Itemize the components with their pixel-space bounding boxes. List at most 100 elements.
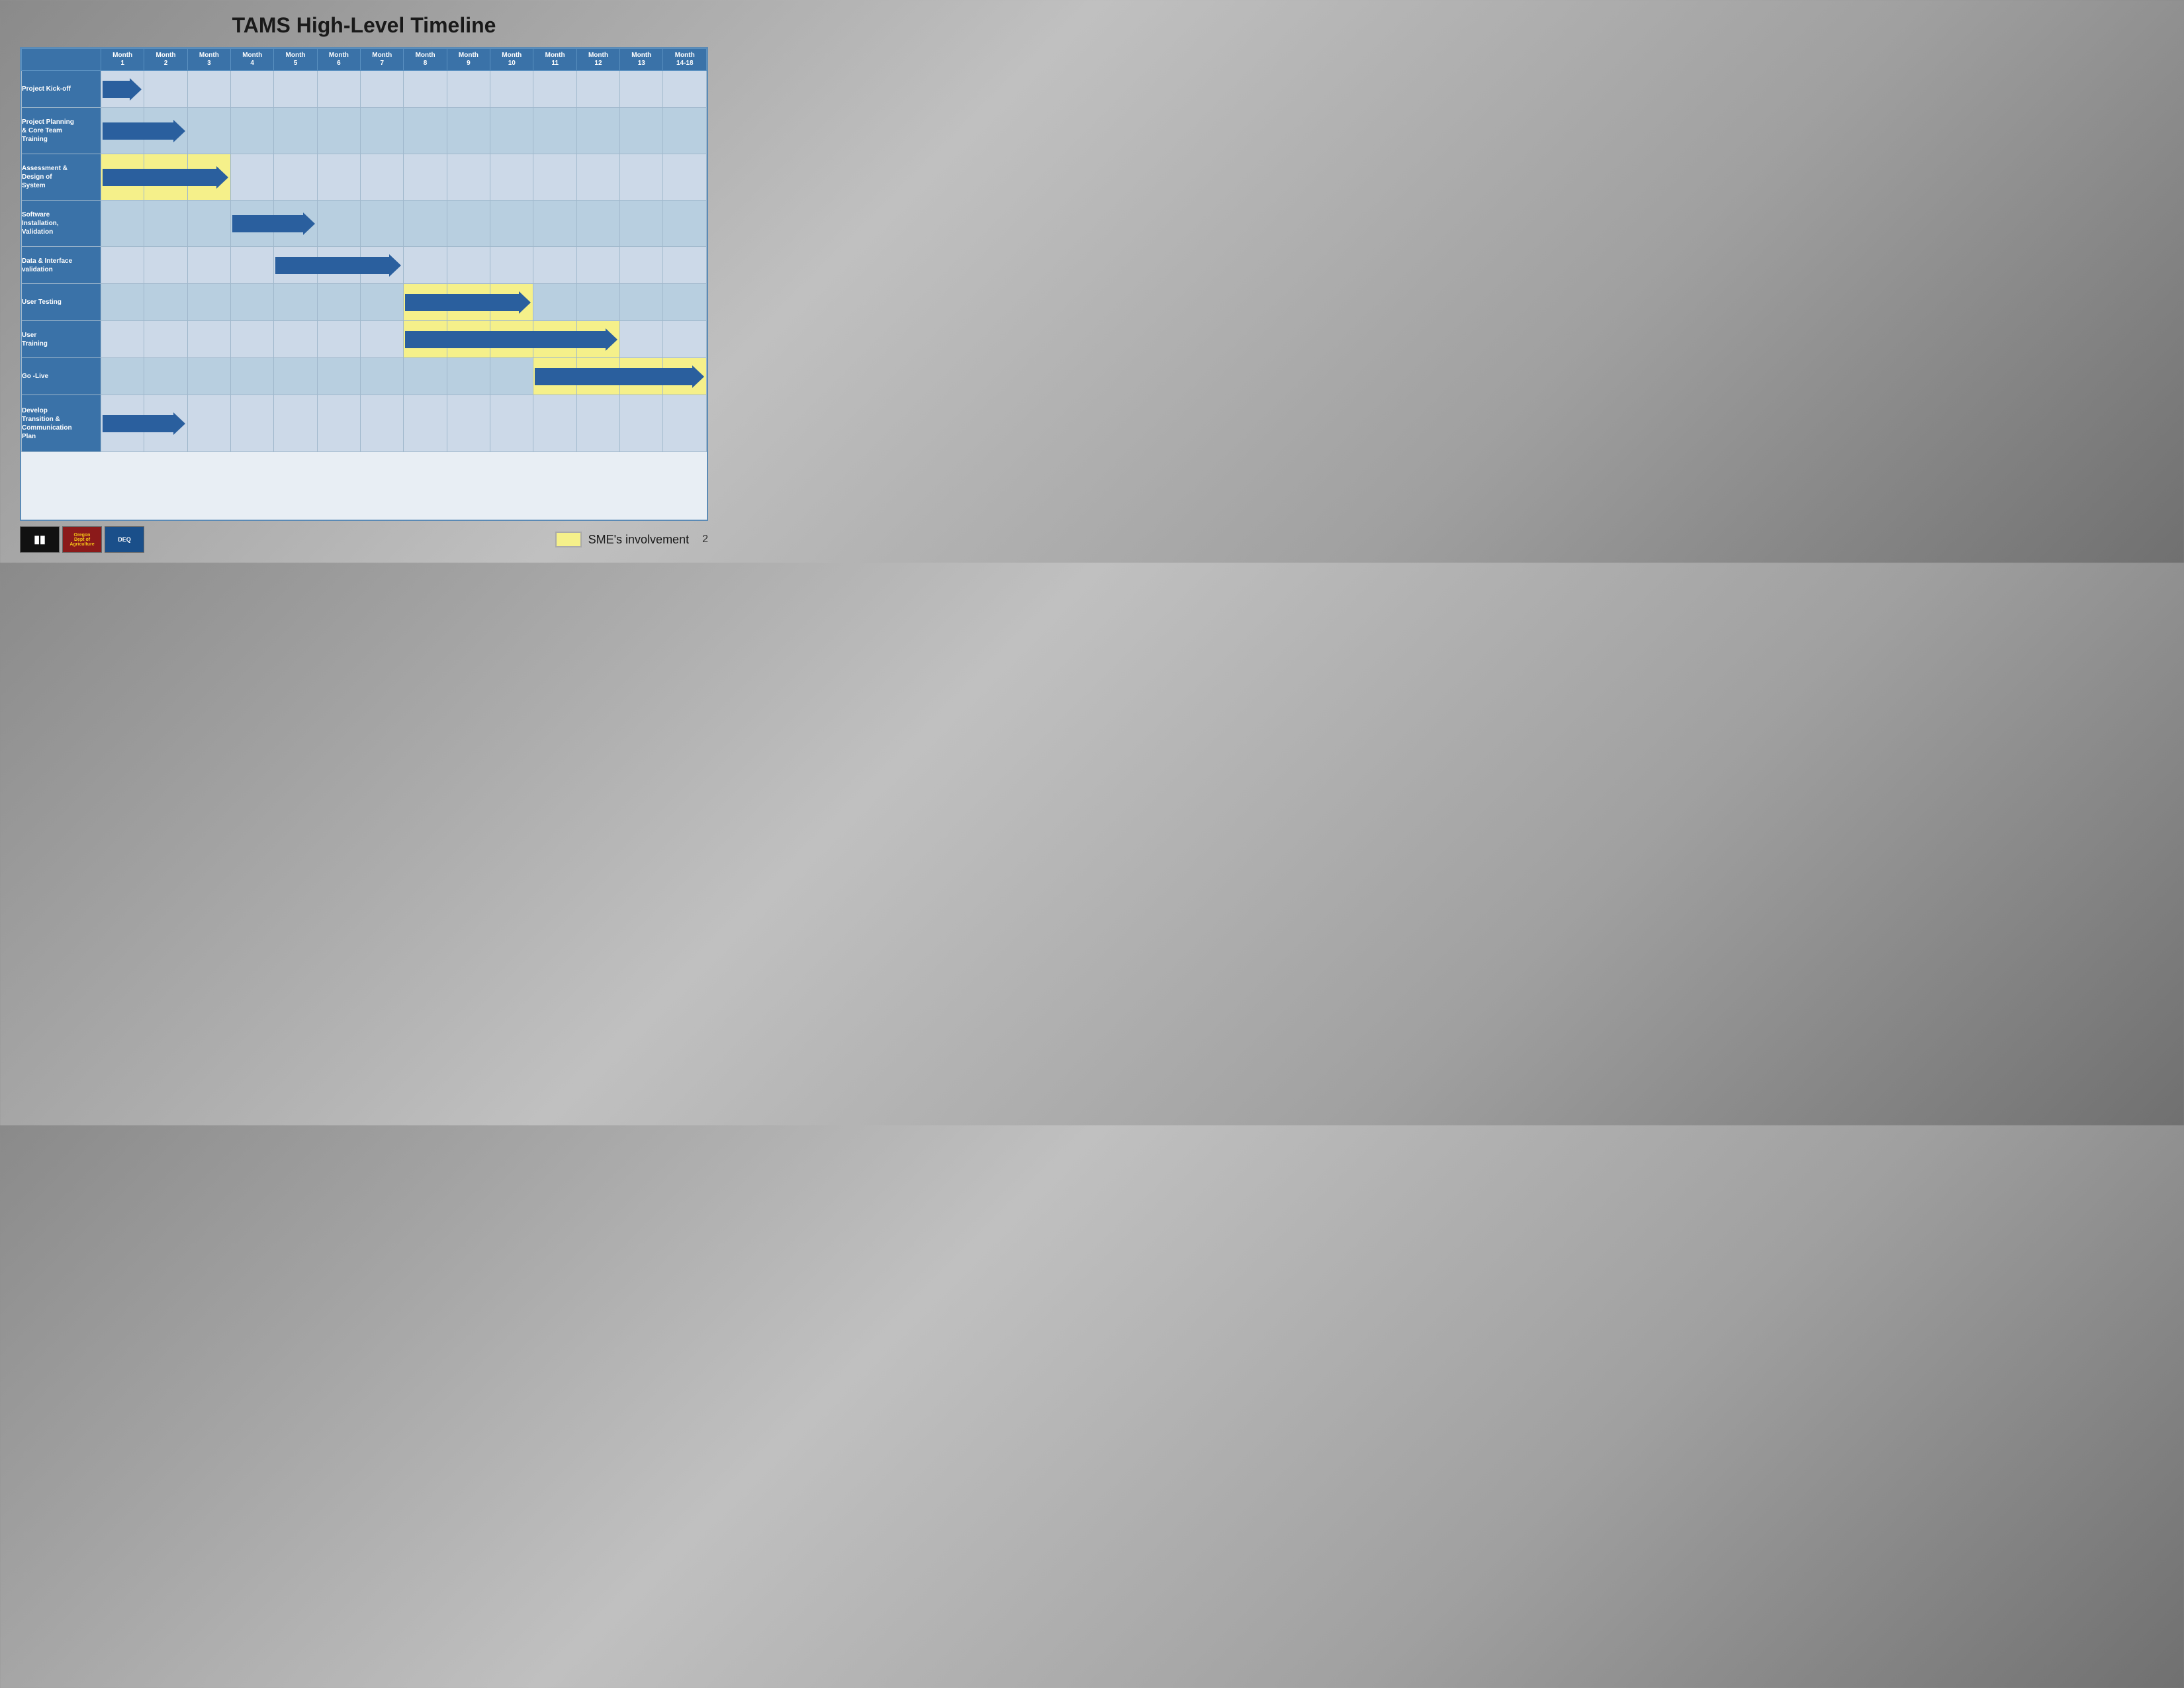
gantt-row-5: User Testing (22, 284, 707, 321)
cell-r5-c1 (144, 284, 187, 321)
row-label-2: Assessment &Design ofSystem (22, 154, 101, 201)
header-month-1: Month1 (101, 49, 144, 71)
cell-r0-c1 (144, 71, 187, 108)
cell-r3-c1 (144, 201, 187, 247)
cell-r8-c6 (361, 395, 404, 452)
header-month-4: Month4 (231, 49, 274, 71)
cell-r3-c13 (663, 201, 707, 247)
cell-r5-c11 (576, 284, 619, 321)
cell-r0-c7 (404, 71, 447, 108)
cell-r6-c7 (404, 321, 447, 358)
arrow-body-r2 (103, 169, 216, 186)
arrow-head-r8 (173, 412, 185, 435)
cell-r6-c5 (317, 321, 360, 358)
cell-r2-c13 (663, 154, 707, 201)
cell-r2-c3 (231, 154, 274, 201)
cell-r2-c8 (447, 154, 490, 201)
cell-r4-c0 (101, 247, 144, 284)
gantt-table-wrapper: Month1Month2Month3Month4Month5Month6Mont… (20, 47, 708, 521)
cell-r2-c11 (576, 154, 619, 201)
cell-r1-c5 (317, 108, 360, 154)
arrow-r2 (103, 166, 228, 189)
cell-r6-c12 (620, 321, 663, 358)
cell-r7-c2 (187, 358, 230, 395)
arrow-body-r6 (405, 331, 606, 348)
cell-r8-c13 (663, 395, 707, 452)
legend-text: SME's involvement (588, 533, 690, 547)
cell-r0-c2 (187, 71, 230, 108)
header-month-6: Month6 (317, 49, 360, 71)
cell-r1-c9 (490, 108, 533, 154)
cell-r8-c2 (187, 395, 230, 452)
arrow-head-r3 (303, 212, 315, 235)
header-month-5: Month5 (274, 49, 317, 71)
cell-r4-c10 (533, 247, 576, 284)
cell-r8-c8 (447, 395, 490, 452)
cell-r4-c9 (490, 247, 533, 284)
arrow-r7 (535, 365, 704, 388)
cell-r0-c5 (317, 71, 360, 108)
gantt-row-1: Project Planning& Core TeamTraining (22, 108, 707, 154)
cell-r5-c10 (533, 284, 576, 321)
header-label-empty (22, 49, 101, 71)
cell-r0-c10 (533, 71, 576, 108)
row-label-7: Go -Live (22, 358, 101, 395)
logo-deq: DEQ (105, 526, 144, 553)
arrow-r8 (103, 412, 185, 435)
cell-r7-c8 (447, 358, 490, 395)
cell-r6-c4 (274, 321, 317, 358)
cell-r6-c13 (663, 321, 707, 358)
arrow-r3 (232, 212, 315, 235)
cell-r0-c9 (490, 71, 533, 108)
cell-r2-c7 (404, 154, 447, 201)
header-month-11: Month11 (533, 49, 576, 71)
row-label-1: Project Planning& Core TeamTraining (22, 108, 101, 154)
cell-r7-c4 (274, 358, 317, 395)
cell-r4-c3 (231, 247, 274, 284)
arrow-head-r2 (216, 166, 228, 189)
arrow-r4 (275, 254, 401, 277)
cell-r0-c12 (620, 71, 663, 108)
cell-r1-c7 (404, 108, 447, 154)
cell-r0-c4 (274, 71, 317, 108)
arrow-head-r5 (519, 291, 531, 314)
header-month-13: Month13 (620, 49, 663, 71)
cell-r1-c11 (576, 108, 619, 154)
header-month-10: Month10 (490, 49, 533, 71)
legend-box (555, 532, 582, 547)
cell-r5-c4 (274, 284, 317, 321)
cell-r0-c13 (663, 71, 707, 108)
cell-r3-c10 (533, 201, 576, 247)
cell-r6-c0 (101, 321, 144, 358)
arrow-head-r0 (130, 78, 142, 101)
cell-r6-c1 (144, 321, 187, 358)
cell-r1-c3 (231, 108, 274, 154)
cell-r0-c8 (447, 71, 490, 108)
cell-r8-c7 (404, 395, 447, 452)
arrow-body-r1 (103, 122, 173, 140)
header-month-3: Month3 (187, 49, 230, 71)
cell-r7-c10 (533, 358, 576, 395)
header-month-14: Month14-18 (663, 49, 707, 71)
cell-r4-c1 (144, 247, 187, 284)
cell-r3-c5 (317, 201, 360, 247)
cell-r5-c13 (663, 284, 707, 321)
cell-r1-c12 (620, 108, 663, 154)
row-label-6: UserTraining (22, 321, 101, 358)
cell-r6-c3 (231, 321, 274, 358)
cell-r7-c7 (404, 358, 447, 395)
footer: ▮▮ OregonDept ofAgriculture DEQ SME's in… (20, 526, 708, 553)
row-label-8: DevelopTransition &CommunicationPlan (22, 395, 101, 452)
legend-area: SME's involvement 2 (555, 532, 708, 547)
arrow-r6 (405, 328, 617, 351)
gantt-row-3: SoftwareInstallation,Validation (22, 201, 707, 247)
cell-r5-c6 (361, 284, 404, 321)
cell-r1-c13 (663, 108, 707, 154)
cell-r0-c6 (361, 71, 404, 108)
cell-r3-c0 (101, 201, 144, 247)
cell-r2-c5 (317, 154, 360, 201)
cell-r5-c2 (187, 284, 230, 321)
cell-r8-c0 (101, 395, 144, 452)
arrow-body-r8 (103, 415, 173, 432)
cell-r5-c0 (101, 284, 144, 321)
